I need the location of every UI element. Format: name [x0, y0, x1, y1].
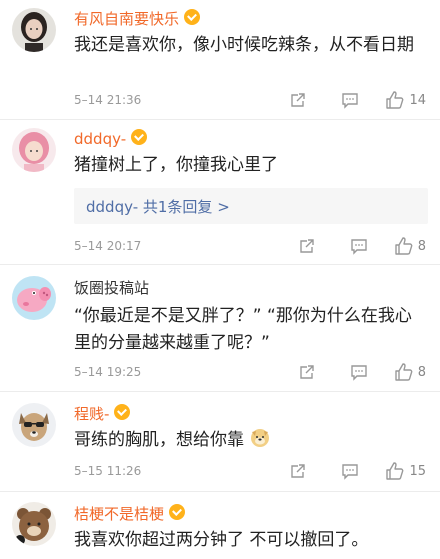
username-row: dddqy-: [74, 128, 148, 150]
comment-time: 5–14 21:36: [74, 93, 142, 107]
pink-hair-girl-avatar-icon: [12, 128, 56, 172]
thumbs-up-icon: [386, 462, 404, 480]
share-icon: [291, 93, 306, 107]
share-icon: [300, 239, 314, 253]
like-count: 15: [409, 463, 426, 479]
reply-button[interactable]: [350, 363, 368, 381]
share-icon: [291, 464, 306, 478]
username[interactable]: dddqy-: [74, 129, 126, 149]
username-row: 程贱-: [74, 403, 131, 425]
reply-summary[interactable]: dddqy- 共1条回复 >: [74, 188, 428, 224]
action-bar: 8: [298, 236, 426, 256]
like-button[interactable]: 15: [385, 461, 426, 481]
like-count: 8: [417, 238, 426, 254]
woman-portrait-avatar-icon: [12, 8, 56, 52]
comment-icon: [351, 365, 367, 381]
like-button[interactable]: 8: [394, 362, 426, 382]
comment-text: 哥练的胸肌，想给你靠: [74, 426, 426, 454]
peppa-pig-avatar-icon: [12, 276, 56, 320]
comment-text: 我还是喜欢你，像小时候吃辣条，从不看日期: [74, 35, 414, 55]
reply-button[interactable]: [341, 91, 359, 109]
username-row: 饭圈投稿站: [74, 277, 149, 299]
comment-text: 猪撞树上了，你撞我心里了: [74, 155, 278, 175]
reply-button[interactable]: [350, 237, 368, 255]
cartoon-bear-avatar-icon: [12, 502, 56, 546]
username[interactable]: 桔梗不是桔梗: [74, 504, 164, 524]
like-count: 8: [417, 364, 426, 380]
action-bar: 8: [298, 362, 426, 382]
like-button[interactable]: 8: [394, 236, 426, 256]
share-icon: [300, 365, 314, 379]
comment-text-content: 哥练的胸肌，想给你靠: [74, 430, 244, 450]
username-row: 桔梗不是桔梗: [74, 503, 186, 525]
comment-icon: [342, 93, 359, 109]
like-button[interactable]: 14: [385, 90, 426, 110]
username-row: 有风自南要快乐: [74, 8, 201, 30]
vip-badge-icon: [184, 9, 201, 25]
comment-time: 5–14 19:25: [74, 365, 142, 379]
share-button[interactable]: [298, 363, 316, 381]
like-count: 14: [409, 92, 426, 108]
divider: [0, 119, 440, 120]
vip-badge-icon: [169, 504, 186, 520]
vip-badge-icon: [131, 129, 148, 145]
divider: [0, 391, 440, 392]
avatar[interactable]: [12, 502, 56, 546]
avatar[interactable]: [12, 403, 56, 447]
thumbs-up-icon: [386, 91, 404, 109]
action-bar: 15: [289, 461, 426, 481]
share-button[interactable]: [298, 237, 316, 255]
share-button[interactable]: [289, 91, 307, 109]
share-button[interactable]: [289, 462, 307, 480]
avatar[interactable]: [12, 276, 56, 320]
view-replies-link[interactable]: dddqy- 共1条回复 >: [86, 196, 230, 217]
username[interactable]: 饭圈投稿站: [74, 278, 149, 298]
dog-with-glasses-avatar-icon: [12, 403, 56, 447]
comment-icon: [342, 464, 359, 480]
divider: [0, 491, 440, 492]
thumbs-up-icon: [395, 363, 413, 381]
comment-icon: [351, 239, 367, 255]
avatar[interactable]: [12, 8, 56, 52]
username[interactable]: 有风自南要快乐: [74, 9, 179, 29]
comment-time: 5–14 20:17: [74, 239, 142, 253]
thumbs-up-icon: [395, 237, 413, 255]
divider: [0, 264, 440, 265]
username[interactable]: 程贱-: [74, 404, 109, 424]
vip-badge-icon: [114, 404, 131, 420]
comment-text: “你最近是不是又胖了？” “那你为什么在我心里的分量越来越重了呢？”: [74, 306, 412, 353]
comment-text: 我喜欢你超过两分钟了 不可以撤回了。: [74, 530, 369, 550]
comment-time: 5–15 11:26: [74, 464, 142, 478]
reply-button[interactable]: [341, 462, 359, 480]
doge-emoji-icon: [251, 429, 270, 447]
action-bar: 14: [289, 90, 426, 110]
avatar[interactable]: [12, 128, 56, 172]
